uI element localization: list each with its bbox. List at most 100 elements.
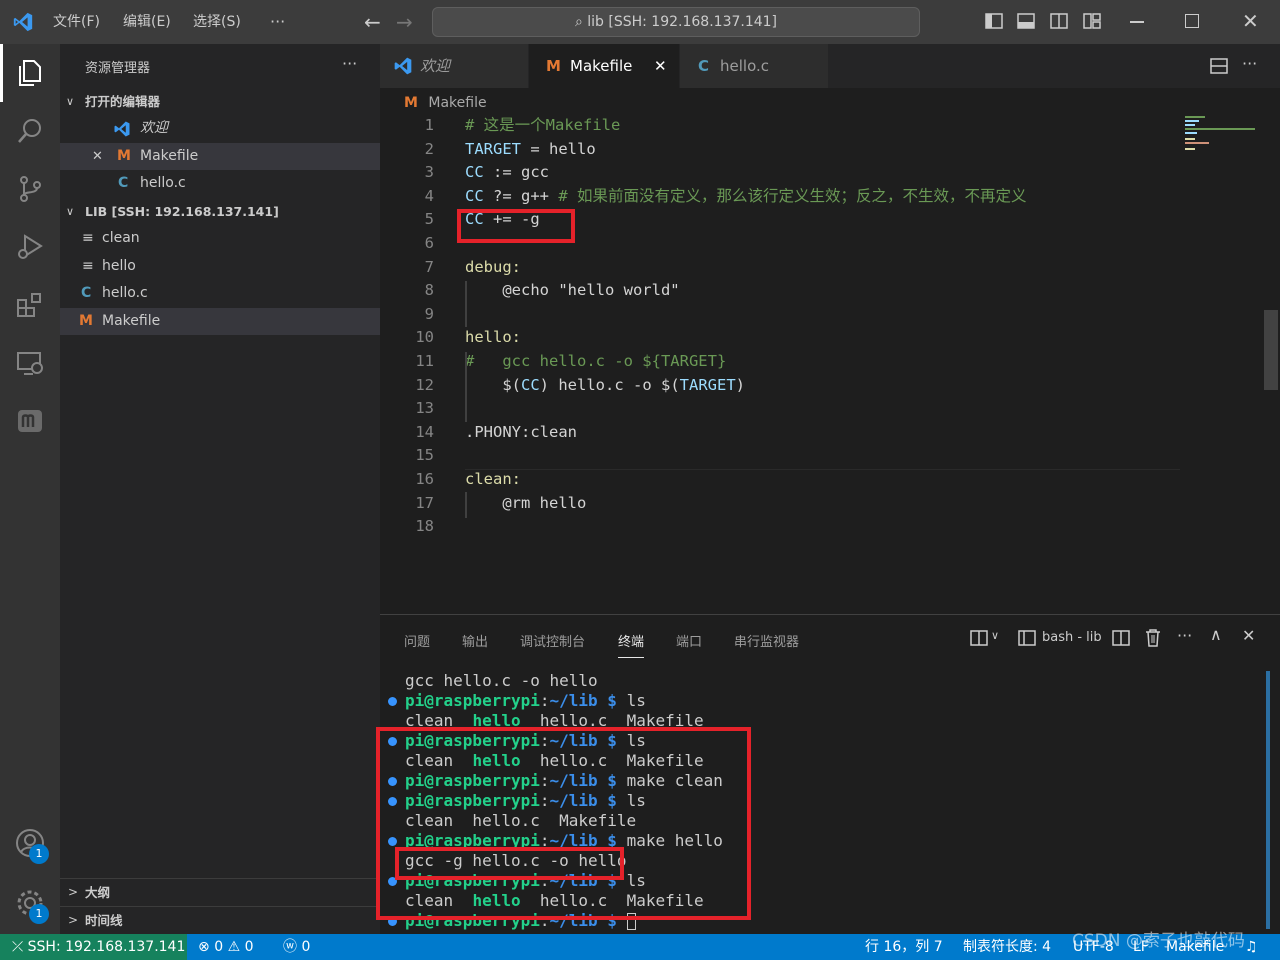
command-decoration-icon[interactable] [388, 671, 402, 691]
file-item-hello[interactable]: ≡ hello [60, 253, 380, 280]
errors-count: 0 [214, 939, 224, 955]
remote-indicator[interactable]: ⤫ SSH: 192.168.137.141 [0, 934, 187, 960]
terminal-text: clean [405, 711, 473, 730]
terminal-text: pi@raspberrypi [405, 911, 540, 930]
command-decoration-icon[interactable] [388, 851, 402, 871]
panel-tab-ports[interactable]: 端口 [676, 631, 702, 650]
chevron-down-icon[interactable]: ∨ [991, 629, 999, 642]
explorer-button[interactable] [0, 44, 60, 102]
panel-tab-terminal[interactable]: 终端 [618, 631, 645, 658]
command-decoration-icon[interactable] [388, 811, 402, 831]
panel-tab-serial-monitor[interactable]: 串行监视器 [734, 631, 799, 650]
panel-tab-problems[interactable]: 问题 [404, 631, 430, 650]
extensions-button[interactable] [0, 276, 60, 334]
run-debug-button[interactable] [0, 218, 60, 276]
command-decoration-icon[interactable] [388, 751, 402, 771]
m-extension-button[interactable] [0, 392, 60, 450]
line-number: 12 [415, 375, 434, 394]
makefile-icon: M [117, 148, 131, 164]
code-token: # 这是一个Makefile [465, 116, 621, 134]
ports-indicator[interactable]: ⓦ 0 [283, 934, 310, 960]
accounts-button[interactable] [0, 814, 60, 872]
maximize-icon[interactable] [1185, 14, 1199, 28]
remote-explorer-button[interactable] [0, 334, 60, 392]
search-button[interactable] [0, 102, 60, 160]
outline-section[interactable]: > 大纲 [60, 878, 380, 905]
trash-icon[interactable] [1144, 628, 1162, 648]
customize-layout-icon[interactable] [1083, 12, 1101, 30]
line-number: 10 [415, 328, 434, 347]
problems-indicator[interactable]: ⊗ 0 ⚠ 0 [198, 934, 254, 960]
file-item-makefile[interactable]: M Makefile [60, 308, 380, 335]
line-number: 13 [415, 399, 434, 418]
split-terminal-icon[interactable] [1112, 629, 1130, 647]
more-actions-icon[interactable]: ··· [1177, 626, 1192, 645]
remote-explorer-icon [17, 352, 43, 375]
file-item-hello-c[interactable]: C hello.c [60, 280, 380, 307]
split-editor-icon[interactable] [1210, 57, 1228, 75]
menu-edit[interactable]: 编辑(E) [123, 0, 171, 44]
folder-header[interactable]: ∨ LIB [SSH: 192.168.137.141] [60, 198, 380, 225]
forward-arrow-icon[interactable]: → [396, 10, 413, 34]
command-decoration-icon[interactable] [388, 891, 402, 911]
open-editors-header[interactable]: ∨ 打开的编辑器 [60, 88, 380, 115]
menu-more[interactable]: ··· [270, 0, 285, 44]
cursor-position[interactable]: 行 16，列 7 [865, 934, 943, 960]
code-token: CC [465, 163, 484, 182]
notifications-icon[interactable]: ♫ [1245, 934, 1258, 960]
more-actions-icon[interactable]: ··· [1242, 54, 1257, 73]
terminal-line: pi@raspberrypi:~/lib $ make hello [405, 831, 1265, 851]
toggle-panel-icon[interactable] [1017, 12, 1035, 30]
command-decoration-icon[interactable] [388, 871, 402, 891]
new-terminal-layout-icon[interactable] [970, 629, 988, 647]
minimap[interactable] [1185, 114, 1265, 154]
ports-count: 0 [301, 939, 311, 955]
terminal-scrollbar[interactable] [1266, 671, 1270, 929]
command-decoration-icon[interactable] [388, 731, 402, 751]
code-token: := gcc [483, 163, 549, 182]
terminal-text: clean [405, 751, 473, 770]
timeline-section[interactable]: > 时间线 [60, 906, 380, 933]
close-window-icon[interactable]: ✕ [1242, 9, 1259, 33]
close-panel-icon[interactable]: ✕ [1242, 626, 1255, 645]
terminal-text: : [539, 831, 550, 850]
command-center[interactable]: ⌕ lib [SSH: 192.168.137.141] [432, 7, 920, 37]
tab-makefile[interactable]: M Makefile ✕ [529, 44, 679, 88]
terminal-output[interactable]: gcc hello.c -o hello pi@raspberrypi:~/lib… [405, 671, 1265, 935]
sidebar-more-icon[interactable]: ··· [342, 54, 357, 73]
editor-tabs: 欢迎 M Makefile ✕ C hello.c ··· [380, 44, 1280, 88]
toggle-secondary-sidebar-icon[interactable] [1050, 12, 1068, 30]
editor-scrollbar[interactable] [1264, 310, 1278, 390]
menu-selection[interactable]: 选择(S) [193, 0, 241, 44]
back-arrow-icon[interactable]: ← [364, 10, 381, 34]
open-editor-hello-c[interactable]: C hello.c [60, 170, 380, 197]
tab-hello-c[interactable]: C hello.c [680, 44, 828, 88]
tab-welcome[interactable]: 欢迎 [380, 44, 528, 88]
command-decoration-icon[interactable] [388, 711, 402, 731]
close-icon[interactable]: ✕ [654, 44, 667, 88]
command-decoration-icon[interactable] [388, 791, 402, 811]
command-decoration-icon[interactable] [388, 831, 402, 851]
maximize-panel-icon[interactable]: ∧ [1210, 625, 1222, 644]
terminal-name[interactable]: bash - lib [1042, 630, 1102, 645]
panel-tab-debug-console[interactable]: 调试控制台 [520, 631, 585, 650]
menu-file[interactable]: 文件(F) [53, 0, 100, 44]
breadcrumb[interactable]: M Makefile [404, 92, 487, 114]
panel-tab-output[interactable]: 输出 [462, 631, 488, 650]
terminal-cursor [626, 913, 636, 930]
toggle-primary-sidebar-icon[interactable] [985, 12, 1003, 30]
close-icon[interactable]: ✕ [92, 143, 103, 170]
minimize-icon[interactable] [1130, 21, 1144, 23]
manage-button[interactable] [0, 874, 60, 932]
file-item-clean[interactable]: ≡ clean [60, 225, 380, 252]
source-control-button[interactable] [0, 160, 60, 218]
vscode-icon [114, 121, 130, 137]
open-editor-makefile[interactable]: ✕ M Makefile [60, 143, 380, 170]
open-editor-welcome[interactable]: 欢迎 [60, 115, 380, 142]
editor[interactable]: M Makefile 1 2 3 4 5 6 7 8 9 10 11 12 13 14 15 16 17 18 #… [380, 88, 1280, 614]
command-decoration-icon[interactable] [388, 691, 402, 711]
indentation[interactable]: 制表符长度: 4 [963, 934, 1051, 960]
command-decoration-icon[interactable] [388, 911, 402, 931]
command-decoration-icon[interactable] [388, 771, 402, 791]
terminal-line: pi@raspberrypi:~/lib $ make clean [405, 771, 1265, 791]
